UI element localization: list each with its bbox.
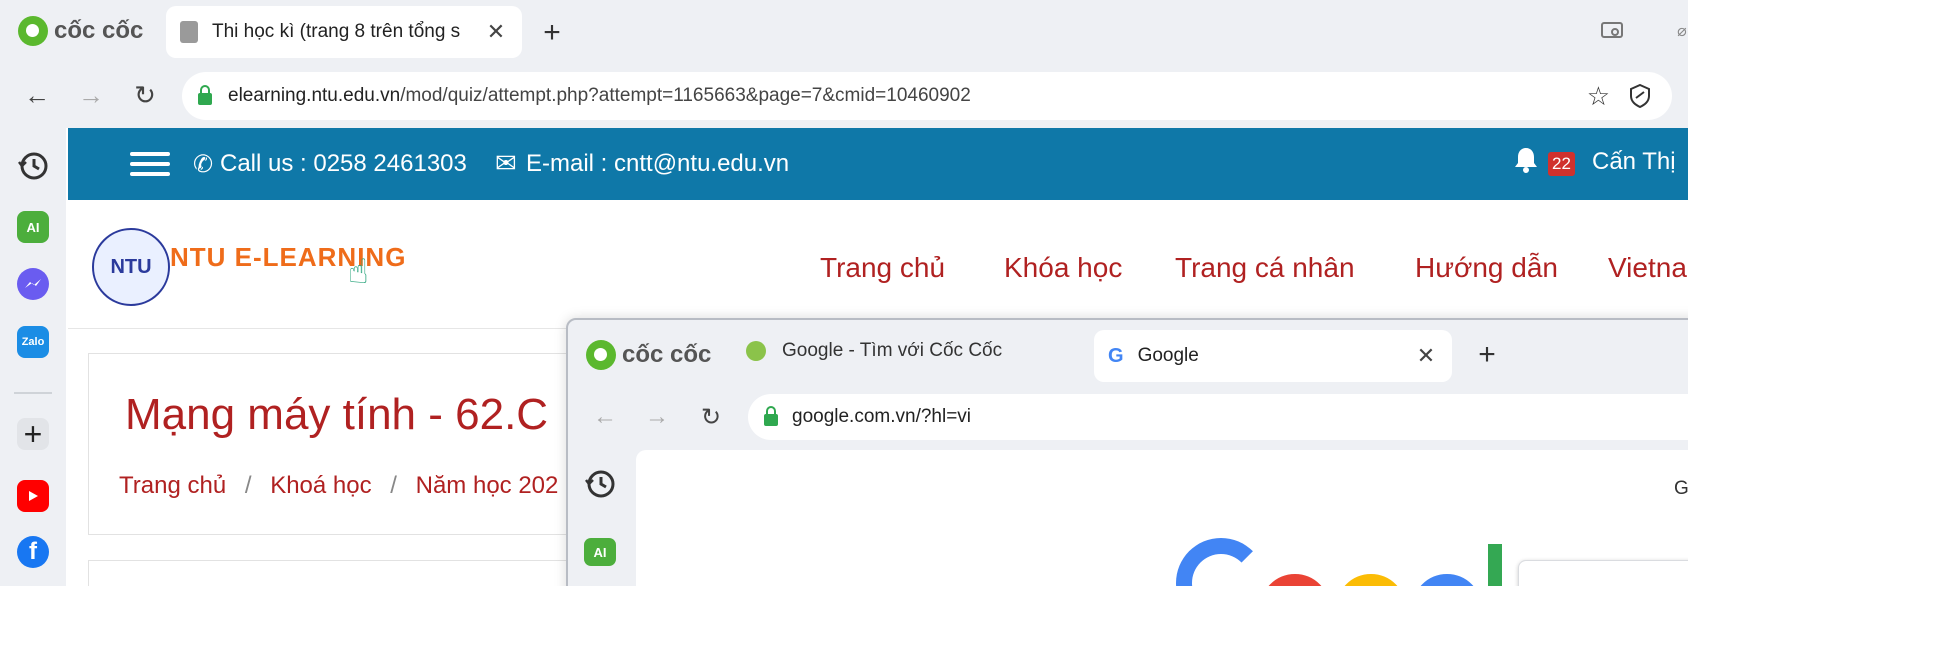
forward-button[interactable]: →: [74, 78, 108, 112]
notification-bell-icon[interactable]: [1513, 146, 1539, 179]
youtube-icon[interactable]: [17, 480, 49, 512]
inner-page-content: G: [636, 450, 1688, 586]
inner-address-bar[interactable]: google.com.vn/?hl=vi: [748, 394, 1688, 440]
ntu-logo-emblem[interactable]: NTU: [92, 228, 170, 306]
pointer-hand-icon: ☝: [348, 253, 369, 291]
ai-assistant-icon[interactable]: AI: [17, 211, 49, 243]
inner-secure-lock-icon: [764, 406, 778, 426]
bookmark-star-icon[interactable]: ☆: [1587, 81, 1610, 112]
nav-courses[interactable]: Khóa học: [1004, 252, 1122, 284]
inner-forward-button[interactable]: →: [642, 402, 672, 432]
sidebar-divider: [14, 392, 52, 394]
google-popup-card[interactable]: [1518, 560, 1688, 586]
inner-history-icon[interactable]: [584, 468, 616, 505]
menu-hamburger-icon[interactable]: [130, 146, 170, 182]
breadcrumb-separator: /: [390, 472, 397, 499]
coccoc-logo-icon: [18, 16, 48, 46]
site-navbar: NTU NTU E-LEARNING ☝ Trang chủ Khóa học …: [68, 200, 1688, 329]
history-icon[interactable]: [17, 150, 49, 182]
secure-lock-icon: [198, 85, 212, 105]
facebook-icon[interactable]: f: [17, 536, 49, 568]
site-logo-text[interactable]: NTU E-LEARNING: [170, 242, 406, 273]
phone-icon: ✆: [193, 151, 214, 178]
google-logo-l-icon: [1488, 544, 1502, 586]
active-tab-title: Thi học kì (trang 8 trên tổng s: [212, 21, 461, 42]
google-logo-o-icon: [1260, 574, 1330, 586]
coccoc-logo: cốc cốc: [18, 16, 143, 46]
address-bar[interactable]: elearning.ntu.edu.vn/mod/quiz/attempt.ph…: [182, 72, 1672, 120]
inner-browser-window: cốc cốc Google - Tìm với Cốc Cốc G Googl…: [566, 318, 1688, 586]
messenger-icon[interactable]: [17, 268, 49, 300]
email-icon: ✉: [495, 148, 517, 178]
google-logo-g2-icon: [1412, 574, 1482, 586]
page-favicon-icon: [180, 21, 198, 43]
call-text: Call us : 0258 2461303: [220, 150, 467, 177]
inner-coccoc-logo-icon: [586, 340, 616, 370]
google-logo-g-icon: [1176, 538, 1266, 586]
breadcrumb: Trang chủ / Khoá học / Năm học 202: [119, 472, 558, 500]
back-button[interactable]: ←: [20, 78, 54, 112]
screen-capture-icon[interactable]: [1600, 20, 1626, 42]
breadcrumb-courses[interactable]: Khoá học: [270, 472, 371, 499]
google-favicon-icon: G: [1108, 344, 1124, 367]
zalo-icon[interactable]: Zalo: [17, 326, 49, 358]
close-tab-icon[interactable]: ✕: [484, 19, 508, 44]
inner-active-tab[interactable]: G Google ✕: [1094, 330, 1452, 382]
inner-back-button[interactable]: ←: [590, 402, 620, 432]
inner-tab-google-search[interactable]: Google - Tìm với Cốc Cốc: [746, 340, 1002, 362]
add-sidebar-app-icon[interactable]: +: [17, 416, 49, 452]
toolbar: ← → ↻ elearning.ntu.edu.vn/mod/quiz/atte…: [0, 64, 1688, 128]
inner-ai-assistant-icon[interactable]: AI: [584, 538, 616, 566]
google-logo-o2-icon: [1336, 574, 1406, 586]
nav-help[interactable]: Hướng dẫn: [1415, 252, 1558, 284]
coccoc-search-favicon-icon: [746, 341, 766, 361]
browser-sidebar: AI Zalo + f: [0, 128, 66, 586]
inner-new-tab-button[interactable]: +: [1472, 338, 1502, 371]
active-tab[interactable]: Thi học kì (trang 8 trên tổng s ✕: [166, 6, 522, 58]
breadcrumb-home[interactable]: Trang chủ: [119, 472, 226, 499]
new-tab-button[interactable]: +: [536, 16, 568, 49]
breadcrumb-separator: /: [244, 472, 252, 499]
nav-language[interactable]: Vietna: [1608, 252, 1687, 284]
nav-profile[interactable]: Trang cá nhân: [1175, 252, 1355, 284]
user-name[interactable]: Cấn Thị: [1592, 148, 1676, 176]
tab-bar: cốc cốc Thi học kì (trang 8 trên tổng s …: [0, 0, 1688, 64]
inner-coccoc-logo: cốc cốc: [586, 340, 711, 370]
site-topbar: ✆ Call us : 0258 2461303 ✉ E-mail : cntt…: [68, 128, 1688, 200]
inner-page-partial-text[interactable]: G: [1674, 478, 1688, 500]
nav-home[interactable]: Trang chủ: [820, 252, 945, 284]
shield-icon[interactable]: [1628, 83, 1652, 109]
extension-icon[interactable]: ⌀: [1676, 20, 1688, 42]
course-title: Mạng máy tính - 62.C: [125, 390, 549, 439]
inner-reload-button[interactable]: ↻: [696, 402, 726, 432]
inner-close-tab-icon[interactable]: ✕: [1414, 343, 1438, 368]
breadcrumb-year[interactable]: Năm học 202: [416, 472, 559, 499]
reload-button[interactable]: ↻: [128, 78, 162, 112]
url-text: elearning.ntu.edu.vn/mod/quiz/attempt.ph…: [228, 85, 971, 106]
notification-count-badge: 22: [1548, 152, 1575, 176]
screen: cốc cốc Thi học kì (trang 8 trên tổng s …: [0, 0, 1688, 586]
email-text[interactable]: E-mail : cntt@ntu.edu.vn: [526, 150, 789, 178]
